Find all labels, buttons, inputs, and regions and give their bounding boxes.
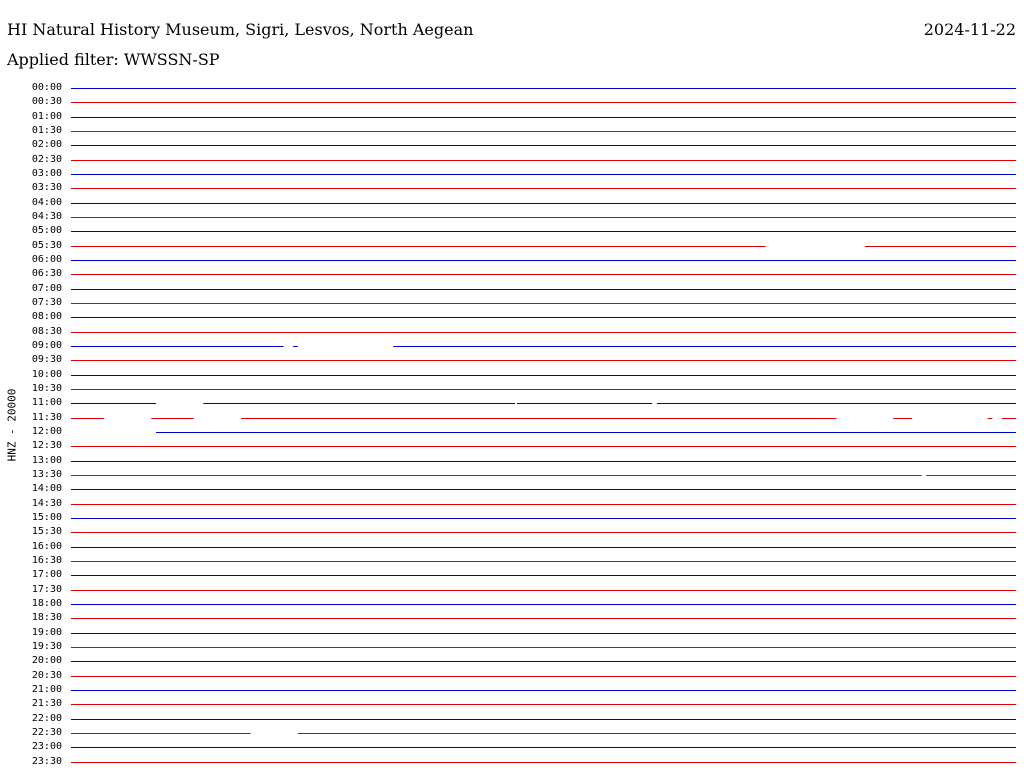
seismogram-plot: [71, 88, 1016, 763]
